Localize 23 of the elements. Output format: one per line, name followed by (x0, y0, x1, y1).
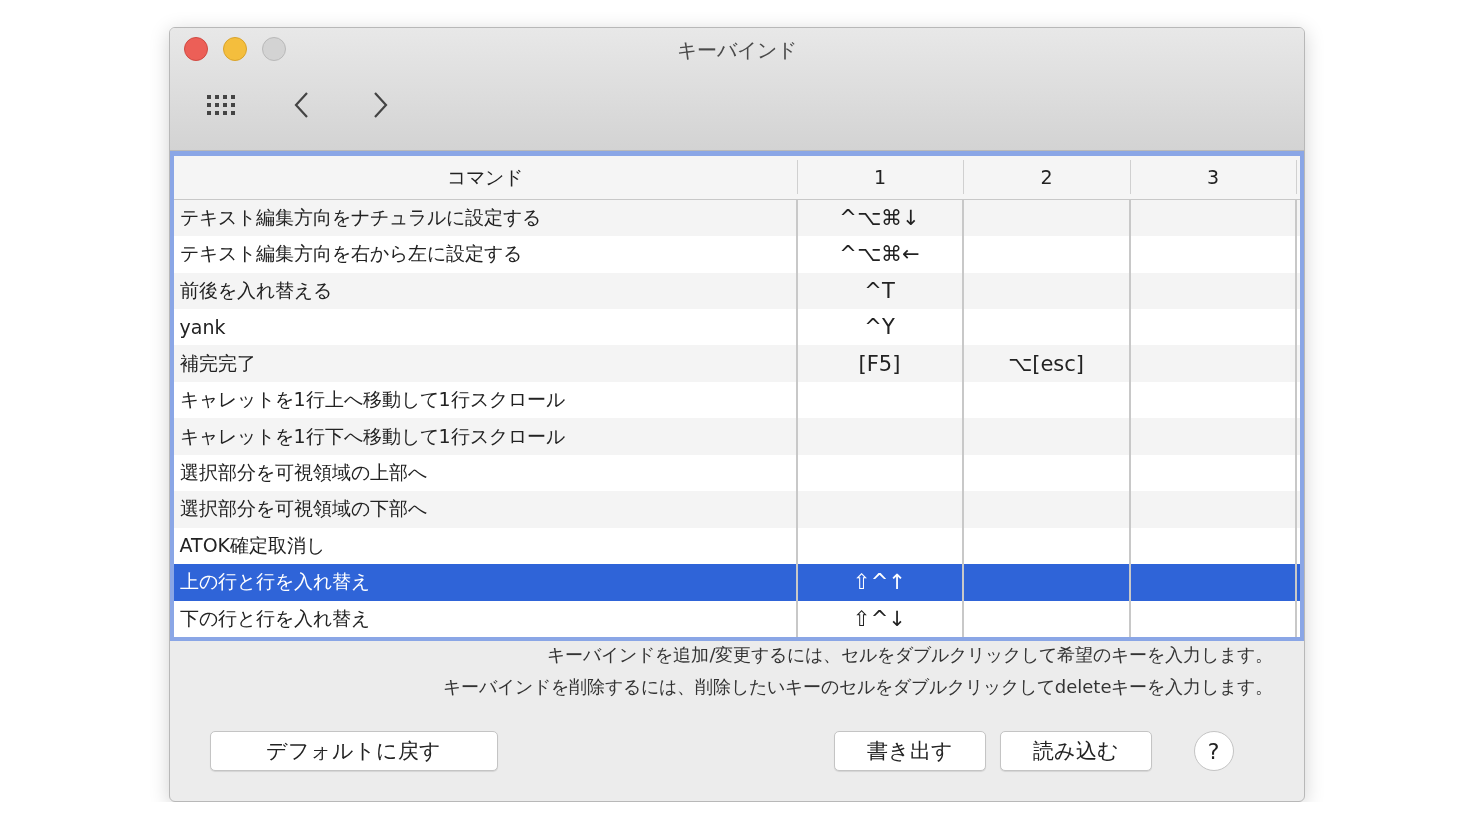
key-cell: ⇧^↓ (797, 600, 964, 637)
hint-text: キーバインドを削除するには、削除したいキーのセルをダブルクリックしてdeleteキーを入力します。 (442, 675, 1274, 699)
window-title: キーバインド (676, 37, 797, 64)
column-header[interactable]: 1 (797, 160, 964, 195)
chevron-left-icon (292, 91, 309, 119)
reset-defaults-button[interactable]: デフォルトに戻す (209, 731, 498, 771)
grid-icon (205, 94, 236, 116)
export-button[interactable]: 書き出す (833, 731, 986, 771)
column-header[interactable]: コマンド (173, 160, 798, 195)
table-row[interactable]: キャレットを1行下へ移動して1行スクロール (173, 418, 1300, 455)
chevron-right-icon (372, 91, 389, 119)
column-header[interactable]: 2 (963, 160, 1131, 195)
command-cell: 下の行と行を入れ替え (173, 600, 798, 637)
table-row[interactable]: 前後を入れ替える ^T (173, 272, 1300, 309)
table-row[interactable]: テキスト編集方向をナチュラルに設定する ^⌥⌘↓ (173, 199, 1300, 237)
close-button[interactable] (183, 37, 208, 61)
column-header[interactable]: 3 (1130, 160, 1297, 195)
help-button[interactable]: ? (1193, 731, 1234, 771)
table-row[interactable]: 上の行と行を入れ替え ⇧^↑ (173, 564, 1300, 601)
import-button[interactable]: 読み込む (999, 731, 1152, 771)
table-row[interactable]: 選択部分を可視領域の下部へ (173, 491, 1300, 528)
table-row[interactable]: 補完完了 [F5] ⌥[esc] (173, 345, 1300, 382)
hint-text: キーバインドを追加/変更するには、セルをダブルクリックして希望のキーを入力します。 (547, 643, 1274, 667)
